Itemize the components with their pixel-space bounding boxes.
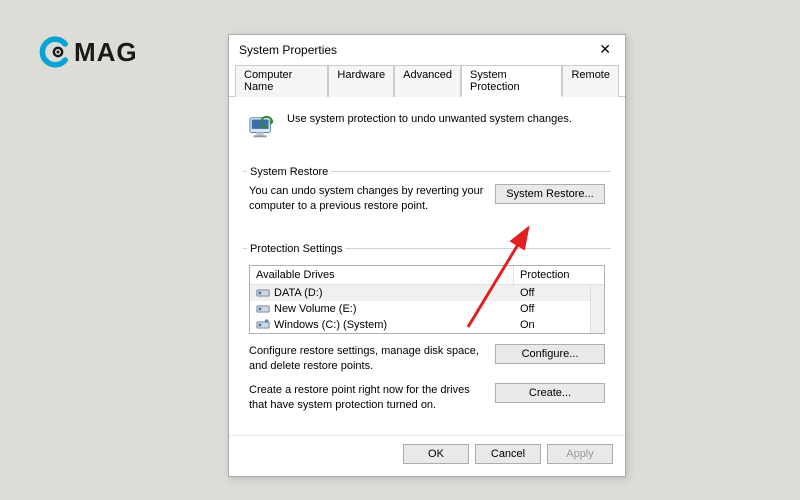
configure-button[interactable]: Configure... (495, 344, 605, 364)
tab-system-protection[interactable]: System Protection (461, 65, 562, 97)
tab-advanced[interactable]: Advanced (394, 65, 461, 97)
drive-icon (256, 287, 270, 298)
tab-content: Use system protection to undo unwanted s… (229, 97, 625, 431)
logo-c-icon (38, 36, 70, 68)
cancel-button[interactable]: Cancel (475, 444, 541, 464)
ok-button[interactable]: OK (403, 444, 469, 464)
system-restore-group: System Restore You can undo system chang… (243, 159, 611, 232)
tab-hardware[interactable]: Hardware (328, 65, 394, 97)
header-protection[interactable]: Protection (514, 266, 604, 284)
brand-logo: MAG (38, 36, 138, 68)
drive-name: DATA (D:) (274, 287, 322, 299)
system-protection-icon (247, 113, 277, 141)
intro-text: Use system protection to undo unwanted s… (287, 113, 572, 125)
apply-button[interactable]: Apply (547, 444, 613, 464)
titlebar: System Properties ✕ (229, 35, 625, 62)
protection-settings-label: Protection Settings (247, 243, 345, 255)
restore-description: You can undo system changes by reverting… (249, 184, 485, 214)
intro-row: Use system protection to undo unwanted s… (243, 107, 611, 155)
system-restore-label: System Restore (247, 166, 331, 178)
tab-computer-name[interactable]: Computer Name (235, 65, 328, 97)
table-row[interactable]: DATA (D:) Off (250, 285, 604, 301)
create-button[interactable]: Create... (495, 383, 605, 403)
scrollbar[interactable] (590, 286, 604, 333)
drives-header: Available Drives Protection (250, 266, 604, 285)
drive-icon (256, 303, 270, 314)
drive-name: New Volume (E:) (274, 303, 357, 315)
create-description: Create a restore point right now for the… (249, 383, 485, 413)
tab-strip: Computer Name Hardware Advanced System P… (229, 62, 625, 97)
table-row[interactable]: New Volume (E:) Off (250, 301, 604, 317)
table-row[interactable]: Windows (C:) (System) On (250, 317, 604, 333)
system-properties-dialog: System Properties ✕ Computer Name Hardwa… (228, 34, 626, 477)
drive-name: Windows (C:) (System) (274, 319, 387, 331)
drive-icon (256, 319, 270, 330)
drives-table[interactable]: Available Drives Protection DATA (D:) Of… (249, 265, 605, 334)
tab-remote[interactable]: Remote (562, 65, 619, 97)
protection-settings-group: Protection Settings Available Drives Pro… (243, 236, 611, 423)
logo-text: MAG (74, 37, 138, 68)
configure-description: Configure restore settings, manage disk … (249, 344, 485, 374)
system-restore-button[interactable]: System Restore... (495, 184, 605, 204)
header-drives[interactable]: Available Drives (250, 266, 514, 284)
dialog-title: System Properties (239, 43, 337, 57)
dialog-footer: OK Cancel Apply (229, 435, 625, 476)
close-icon[interactable]: ✕ (593, 41, 617, 58)
